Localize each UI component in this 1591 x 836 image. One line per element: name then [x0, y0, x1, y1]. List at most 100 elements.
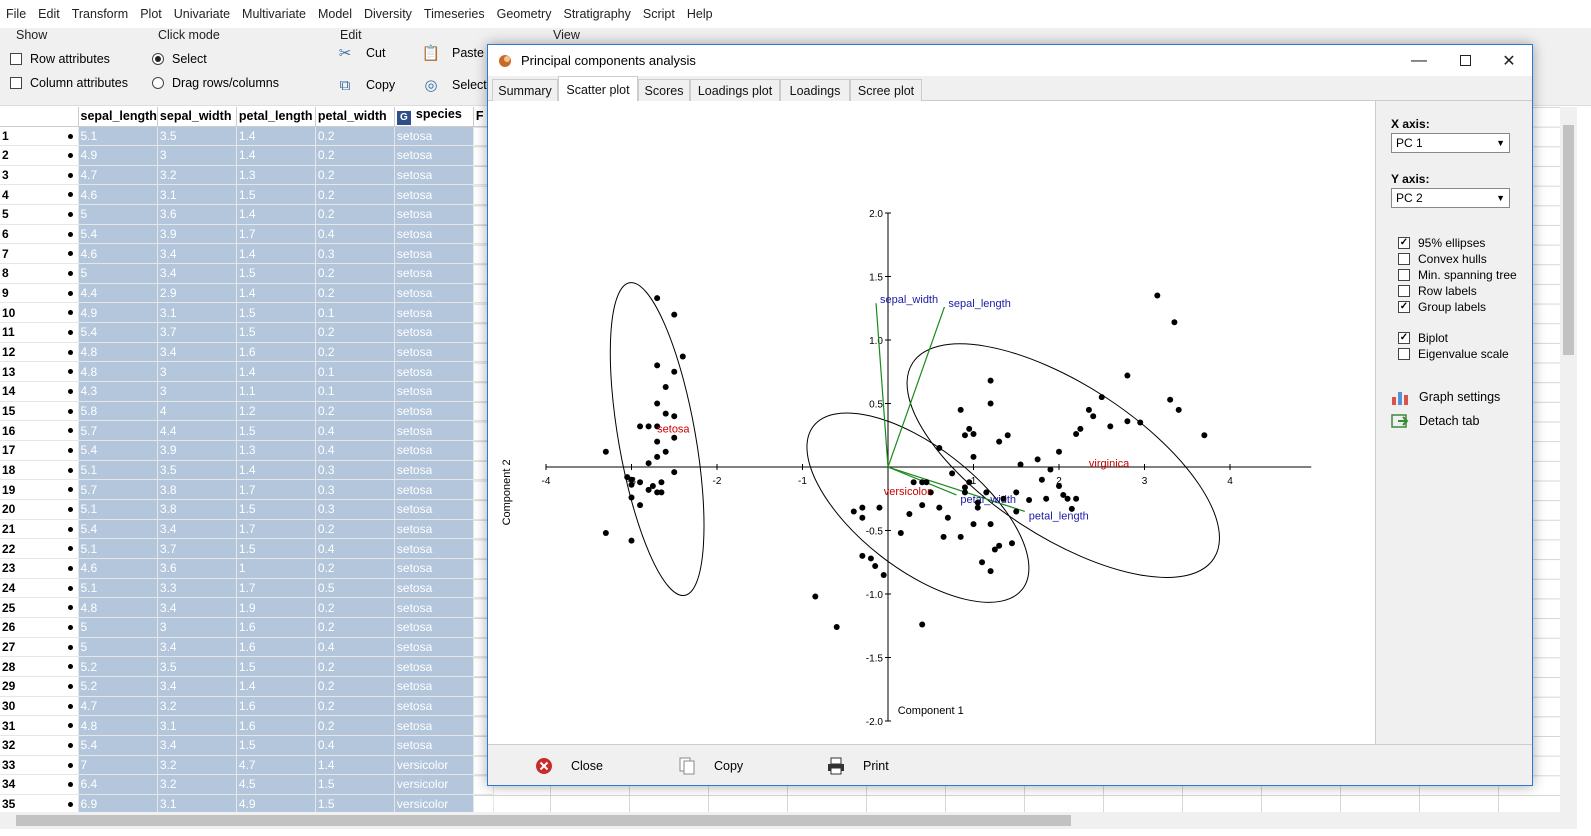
row-number-cell[interactable]: 15	[0, 401, 79, 422]
table-cell[interactable]: 1.4	[315, 755, 395, 776]
table-cell[interactable]: versicolor	[394, 755, 474, 776]
table-row[interactable]: 23 4.6 3.6 1 0.2 setosa	[0, 558, 494, 579]
table-row[interactable]: 1 5.1 3.5 1.4 0.2 setosa	[0, 126, 494, 147]
table-cell[interactable]: 3.1	[157, 794, 237, 812]
table-cell[interactable]: 0.2	[315, 126, 395, 147]
table-cell[interactable]: 5	[78, 263, 158, 284]
row-number-cell[interactable]: 33	[0, 755, 79, 776]
table-cell[interactable]: 3.4	[157, 243, 237, 265]
table-row[interactable]: 19 5.7 3.8 1.7 0.3 setosa	[0, 479, 494, 500]
window-titlebar[interactable]: Principal components analysis — ✕	[488, 45, 1532, 76]
table-cell[interactable]: 6.4	[78, 774, 158, 795]
table-cell[interactable]: 3.2	[157, 165, 237, 186]
table-cell[interactable]: 3.1	[157, 302, 237, 324]
table-cell[interactable]: 1.5	[236, 656, 316, 677]
table-cell[interactable]: 4.6	[78, 558, 158, 579]
table-cell[interactable]: 4.9	[78, 302, 158, 324]
table-cell[interactable]: 3.2	[157, 696, 237, 717]
column-header[interactable]: petal_length	[236, 107, 316, 127]
table-cell[interactable]: 3.9	[157, 440, 237, 461]
table-cell[interactable]: 1.5	[236, 263, 316, 284]
table-cell[interactable]: 5.8	[78, 401, 158, 422]
table-cell[interactable]: 0.4	[315, 735, 395, 756]
table-cell[interactable]: setosa	[394, 302, 474, 324]
table-row[interactable]: 32 5.4 3.4 1.5 0.4 setosa	[0, 735, 494, 756]
pca-scatter-chart[interactable]: -4-3-2-11234-2.0-1.5-1.0-0.50.51.01.52.0…	[488, 101, 1375, 744]
table-row[interactable]: 2 4.9 3 1.4 0.2 setosa	[0, 145, 494, 166]
table-cell[interactable]: 5.7	[78, 420, 158, 441]
copy-graph-button[interactable]: Copy	[678, 757, 743, 775]
table-cell[interactable]: setosa	[394, 263, 474, 284]
graph-settings-button[interactable]: Graph settings	[1391, 389, 1500, 405]
table-cell[interactable]: 1.4	[236, 283, 316, 304]
table-cell[interactable]: setosa	[394, 597, 474, 618]
table-cell[interactable]: setosa	[394, 460, 474, 481]
table-cell[interactable]: 1.6	[236, 617, 316, 638]
tab-loadings-plot[interactable]: Loadings plot	[690, 79, 780, 101]
row-number-cell[interactable]: 20	[0, 499, 79, 520]
table-cell[interactable]: 5.1	[78, 578, 158, 599]
row-attributes-checkbox[interactable]: Row attributes	[10, 52, 110, 66]
table-cell[interactable]: 5	[78, 204, 158, 225]
table-cell[interactable]: 3	[157, 361, 237, 383]
table-cell[interactable]: 1.5	[236, 302, 316, 324]
table-cell[interactable]: 4.3	[78, 381, 158, 402]
table-cell[interactable]: 0.2	[315, 519, 395, 540]
table-cell[interactable]: 1.1	[236, 381, 316, 402]
table-cell[interactable]: setosa	[394, 342, 474, 363]
table-cell[interactable]: 1.4	[236, 204, 316, 225]
eigenvalue-scale-checkbox[interactable]: Eigenvalue scale	[1398, 347, 1509, 361]
table-cell[interactable]: 5.1	[78, 460, 158, 481]
table-cell[interactable]: 4.8	[78, 361, 158, 383]
table-cell[interactable]: 0.2	[315, 283, 395, 304]
table-cell[interactable]: setosa	[394, 401, 474, 422]
menu-diversity[interactable]: Diversity	[364, 7, 412, 21]
table-cell[interactable]: setosa	[394, 499, 474, 520]
table-cell[interactable]: 0.1	[315, 381, 395, 402]
detach-tab-button[interactable]: Detach tab	[1391, 413, 1479, 429]
table-cell[interactable]: 1.4	[236, 126, 316, 147]
table-row[interactable]: 8 5 3.4 1.5 0.2 setosa	[0, 263, 494, 284]
table-cell[interactable]: 1.7	[236, 479, 316, 500]
table-cell[interactable]: 3.8	[157, 479, 237, 500]
table-row[interactable]: 13 4.8 3 1.4 0.1 setosa	[0, 361, 494, 383]
menu-timeseries[interactable]: Timeseries	[424, 7, 485, 21]
table-cell[interactable]: 3.4	[157, 342, 237, 363]
select-radio[interactable]: Select	[152, 52, 207, 66]
table-row[interactable]: 20 5.1 3.8 1.5 0.3 setosa	[0, 499, 494, 520]
table-cell[interactable]: setosa	[394, 165, 474, 186]
table-cell[interactable]: 0.4	[315, 224, 395, 245]
row-number-cell[interactable]: 2	[0, 145, 79, 166]
table-cell[interactable]: 3.3	[157, 578, 237, 599]
table-cell[interactable]: setosa	[394, 558, 474, 579]
select-button[interactable]: ◎ Select	[422, 76, 486, 94]
table-cell[interactable]: 0.2	[315, 263, 395, 284]
table-cell[interactable]: 0.4	[315, 420, 395, 441]
table-cell[interactable]: 5.2	[78, 656, 158, 677]
copy-button[interactable]: ⧉ Copy	[336, 76, 396, 94]
min-spanning-tree-checkbox[interactable]: Min. spanning tree	[1398, 268, 1517, 282]
table-cell[interactable]: 4.7	[78, 165, 158, 186]
table-cell[interactable]: 1.6	[236, 696, 316, 717]
row-number-cell[interactable]: 9	[0, 283, 79, 304]
table-cell-empty[interactable]	[473, 794, 494, 812]
table-row[interactable]: 35 6.9 3.1 4.9 1.5 versicolor	[0, 794, 494, 812]
table-cell[interactable]: 3.4	[157, 735, 237, 756]
table-cell[interactable]: 5.7	[78, 479, 158, 500]
row-number-cell[interactable]: 7	[0, 243, 79, 265]
scrollbar-thumb[interactable]	[16, 815, 1071, 826]
biplot-checkbox[interactable]: ✓ Biplot	[1398, 331, 1448, 345]
table-cell[interactable]: setosa	[394, 224, 474, 245]
table-cell[interactable]: setosa	[394, 479, 474, 500]
tab-scatter-plot[interactable]: Scatter plot	[558, 76, 638, 102]
row-number-cell[interactable]: 6	[0, 224, 79, 245]
table-cell[interactable]: 1.3	[236, 440, 316, 461]
table-cell[interactable]: 2.9	[157, 283, 237, 304]
table-cell[interactable]: setosa	[394, 204, 474, 225]
table-cell[interactable]: 1.4	[236, 676, 316, 697]
table-cell[interactable]: 3.1	[157, 184, 237, 206]
row-number-cell[interactable]: 32	[0, 735, 79, 756]
table-cell[interactable]: 3.8	[157, 499, 237, 520]
row-number-cell[interactable]: 16	[0, 420, 79, 441]
row-number-cell[interactable]: 23	[0, 558, 79, 579]
